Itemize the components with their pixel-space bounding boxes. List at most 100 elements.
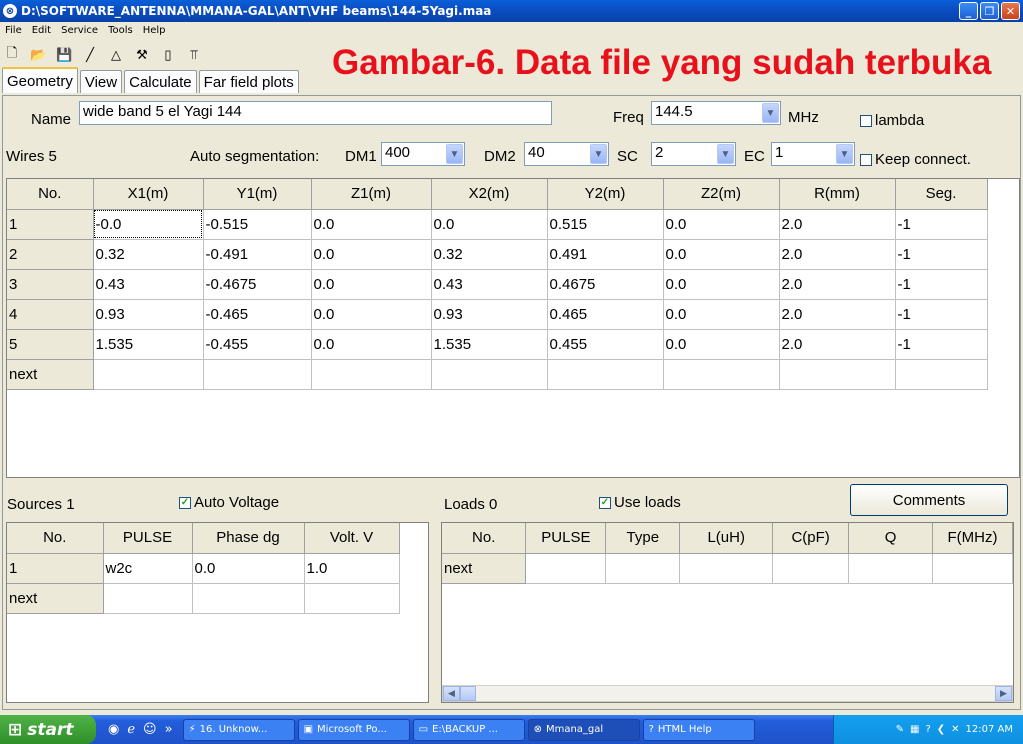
menu-help[interactable]: Help	[138, 22, 171, 40]
column-header[interactable]: Phase dg	[192, 523, 305, 554]
table-cell[interactable]	[304, 583, 400, 614]
table-cell[interactable]: -1	[895, 209, 988, 240]
table-cell[interactable]: -1	[895, 299, 988, 330]
table-row[interactable]: next	[7, 583, 400, 614]
table-cell[interactable]: 0.43	[93, 269, 204, 300]
row-header[interactable]: 1	[7, 553, 104, 584]
table-cell[interactable]: 2.0	[779, 299, 896, 330]
table-row[interactable]: next	[7, 359, 988, 390]
table-row[interactable]: 5 1.535 -0.455 0.0 1.535 0.455 0.0 2.0 -1	[7, 329, 988, 360]
table-cell[interactable]: 0.465	[547, 299, 664, 330]
task-button-1[interactable]: ⚡ 16. Unknow...	[182, 718, 295, 741]
table-row[interactable]: 3 0.43 -0.4675 0.0 0.43 0.4675 0.0 2.0 -1	[7, 269, 988, 300]
column-header[interactable]: Type	[605, 523, 681, 554]
tab-geometry[interactable]: Geometry	[2, 67, 78, 93]
sc-combo[interactable]: 2 ▼	[651, 142, 736, 166]
row-header[interactable]: 3	[7, 269, 94, 300]
tools-icon[interactable]: ⚒	[134, 47, 150, 63]
column-header[interactable]: Q	[848, 523, 933, 554]
table-cell[interactable]	[679, 553, 774, 584]
scroll-left-icon[interactable]: ◀	[443, 686, 460, 701]
column-header[interactable]: C(pF)	[772, 523, 850, 554]
table-cell[interactable]: 0.491	[547, 239, 664, 270]
tab-view[interactable]: View	[79, 70, 123, 93]
column-header[interactable]: X1(m)	[93, 179, 204, 210]
table-cell[interactable]: 1.0	[304, 553, 400, 584]
table-cell[interactable]: 0.0	[311, 269, 432, 300]
checkbox-checked-icon[interactable]: ✓	[179, 496, 191, 509]
table-cell[interactable]	[772, 553, 850, 584]
name-input[interactable]: wide band 5 el Yagi 144	[79, 101, 552, 125]
table-cell[interactable]: 0.93	[431, 299, 548, 330]
table-cell[interactable]	[779, 359, 896, 390]
table-cell[interactable]	[895, 359, 988, 390]
table-cell[interactable]: -0.0	[93, 209, 204, 240]
chevron-left-icon[interactable]: ❮	[937, 724, 945, 735]
table-cell[interactable]	[431, 359, 548, 390]
table-cell[interactable]	[203, 359, 312, 390]
table-cell[interactable]: 0.32	[93, 239, 204, 270]
table-row[interactable]: 2 0.32 -0.491 0.0 0.32 0.491 0.0 2.0 -1	[7, 239, 988, 270]
save-icon[interactable]: 💾	[56, 47, 72, 63]
table-cell[interactable]: -0.4675	[203, 269, 312, 300]
table-cell[interactable]: 1.535	[93, 329, 204, 360]
draw-line-icon[interactable]: ╱	[82, 47, 98, 63]
dm2-combo[interactable]: 40 ▼	[524, 142, 609, 166]
task-button-4[interactable]: ⊗ Mmana_gal	[527, 718, 640, 741]
column-header[interactable]: X2(m)	[431, 179, 548, 210]
table-cell[interactable]: 0.0	[663, 239, 780, 270]
table-cell[interactable]: 0.4675	[547, 269, 664, 300]
menu-service[interactable]: Service	[56, 22, 103, 40]
antivirus-icon[interactable]: ✕	[951, 724, 959, 735]
document-icon[interactable]: ▯	[160, 47, 176, 63]
column-header[interactable]: R(mm)	[779, 179, 896, 210]
browser-icon[interactable]: ◉	[108, 722, 119, 737]
maximize-button[interactable]: ❐	[980, 2, 999, 20]
triangle-icon[interactable]: △	[108, 47, 124, 63]
scroll-right-icon[interactable]: ▶	[995, 686, 1012, 701]
comments-button[interactable]: Comments	[850, 484, 1008, 516]
table-cell[interactable]: 0.0	[311, 209, 432, 240]
loads-horizontal-scrollbar[interactable]: ◀ ▶	[442, 685, 1013, 702]
use-loads-checkbox[interactable]: ✓ Use loads	[599, 494, 681, 511]
tool-icon[interactable]: ✎	[896, 724, 904, 735]
table-cell[interactable]: w2c	[103, 553, 193, 584]
table-cell[interactable]: 2.0	[779, 209, 896, 240]
table-cell[interactable]	[525, 553, 607, 584]
table-cell[interactable]	[663, 359, 780, 390]
table-cell[interactable]	[311, 359, 432, 390]
table-cell[interactable]	[547, 359, 664, 390]
table-cell[interactable]	[103, 583, 193, 614]
tab-calculate[interactable]: Calculate	[124, 70, 197, 93]
table-cell[interactable]	[93, 359, 204, 390]
menu-tools[interactable]: Tools	[103, 22, 138, 40]
chevron-down-icon[interactable]: ▼	[590, 144, 607, 164]
messenger-icon[interactable]: ☺	[143, 722, 157, 737]
table-cell[interactable]: -0.491	[203, 239, 312, 270]
title-bar[interactable]: ⊗ D:\SOFTWARE_ANTENNA\MMANA-GAL\ANT\VHF …	[0, 0, 1023, 22]
scroll-thumb[interactable]	[460, 686, 476, 701]
table-cell[interactable]: 0.0	[311, 329, 432, 360]
table-cell[interactable]: -1	[895, 329, 988, 360]
table-row[interactable]: 1 w2c 0.0 1.0	[7, 553, 400, 584]
start-button[interactable]: ⊞ start	[0, 715, 96, 744]
table-cell[interactable]: 0.0	[663, 329, 780, 360]
table-cell[interactable]: -1	[895, 239, 988, 270]
table-cell[interactable]: 2.0	[779, 329, 896, 360]
table-cell[interactable]: 2.0	[779, 269, 896, 300]
table-row[interactable]: 4 0.93 -0.465 0.0 0.93 0.465 0.0 2.0 -1	[7, 299, 988, 330]
checkbox-icon[interactable]	[860, 153, 872, 166]
table-cell[interactable]: 2.0	[779, 239, 896, 270]
row-header[interactable]: 1	[7, 209, 94, 240]
table-cell[interactable]: 0.0	[311, 299, 432, 330]
antenna-icon[interactable]: ⫪	[186, 47, 202, 63]
column-header[interactable]: Y2(m)	[547, 179, 664, 210]
column-header[interactable]: Y1(m)	[203, 179, 312, 210]
column-header[interactable]: No.	[442, 523, 527, 554]
table-cell[interactable]: -1	[895, 269, 988, 300]
table-cell[interactable]: 0.0	[663, 209, 780, 240]
menu-file[interactable]: File	[0, 22, 27, 40]
table-cell[interactable]	[605, 553, 681, 584]
column-header[interactable]: Z1(m)	[311, 179, 432, 210]
close-button[interactable]: ✕	[1001, 2, 1020, 20]
